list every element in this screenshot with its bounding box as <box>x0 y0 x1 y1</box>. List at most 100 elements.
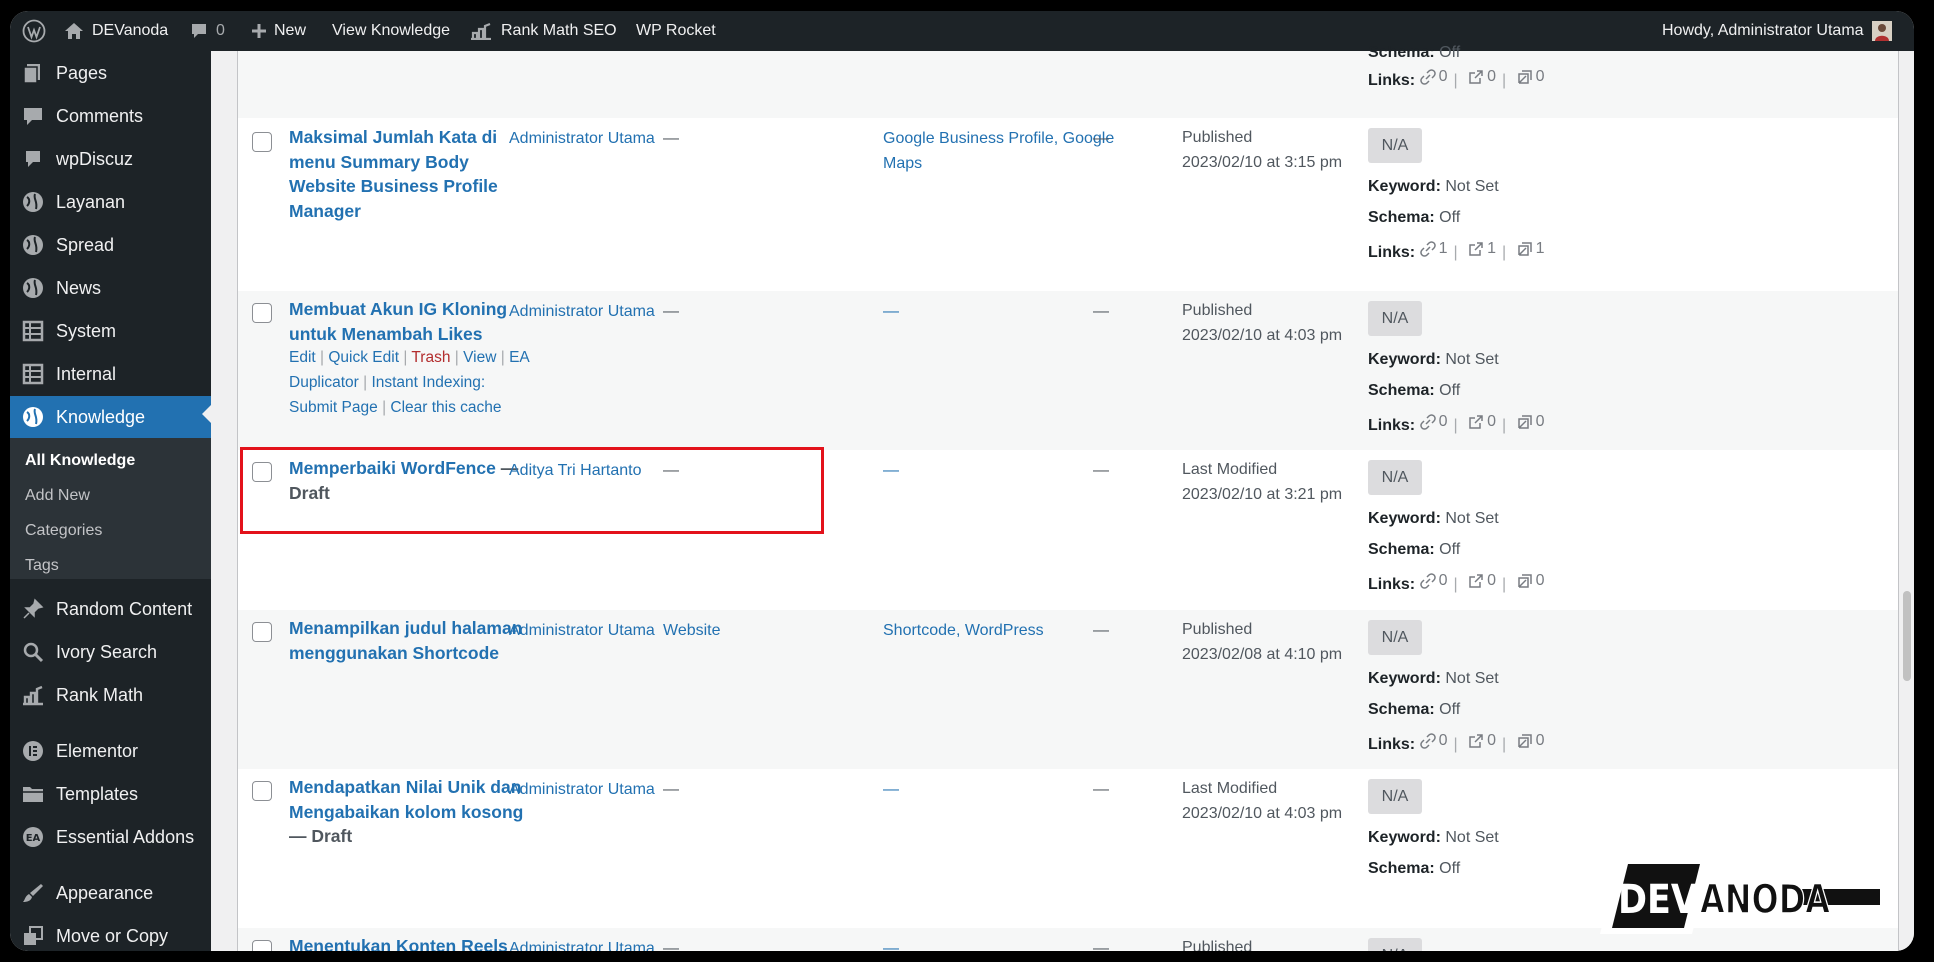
author-link[interactable]: Administrator Utama <box>509 940 655 951</box>
external-links-count: 0 <box>1487 68 1496 85</box>
row-checkbox[interactable] <box>252 622 272 642</box>
categories-cell: — <box>663 781 679 798</box>
schema-value: Off <box>1439 860 1461 877</box>
menu-item-elementor[interactable]: Elementor <box>10 733 211 769</box>
rank-math-seo-link[interactable]: Rank Math SEO <box>470 11 617 51</box>
menu-item-move-or-copy[interactable]: Move or Copy <box>10 918 211 951</box>
ea-icon: EA <box>23 827 43 847</box>
author-link[interactable]: Administrator Utama <box>509 303 655 321</box>
my-account-link[interactable]: Howdy, Administrator Utama <box>1662 11 1892 51</box>
new-content-link[interactable]: New <box>251 11 306 51</box>
keyword-value: Not Set <box>1445 829 1499 846</box>
submit-page-link[interactable]: Submit Page <box>289 399 378 416</box>
edit-link[interactable]: Edit <box>289 349 316 366</box>
menu-item-templates[interactable]: Templates <box>10 776 211 812</box>
status-text: Published <box>1182 621 1253 638</box>
schema-label: Schema: <box>1368 860 1435 877</box>
brush-icon <box>23 884 43 902</box>
internal-links-count: 0 <box>1438 572 1448 589</box>
post-title-link[interactable]: Mendapatkan Nilai Unik dan Mengabaikan k… <box>289 775 534 849</box>
post-title-link[interactable]: Menampilkan judul halaman menggunakan Sh… <box>289 616 534 665</box>
tags-cell: — <box>883 781 899 798</box>
comments-link[interactable]: 0 <box>190 11 225 51</box>
author-link[interactable]: Administrator Utama <box>509 781 655 799</box>
wordpress-logo-icon[interactable] <box>18 11 50 51</box>
menu-label: Random Content <box>56 598 193 619</box>
menu-item-layanan[interactable]: Layanan <box>10 184 211 220</box>
incoming-link-icon <box>1517 242 1532 256</box>
incoming-link-icon <box>1517 734 1532 748</box>
tags-links[interactable]: Google Business Profile, Google Maps <box>883 126 1123 176</box>
clear-cache-link[interactable]: Clear this cache <box>390 399 501 416</box>
post-title-link[interactable]: Menentukan Konten Reels <box>289 934 534 951</box>
submenu-add-new[interactable]: Add New <box>25 487 90 505</box>
seo-score-badge: N/A <box>1368 301 1422 336</box>
date-text: 2023/02/10 at 3:21 pm <box>1182 485 1343 503</box>
row-checkbox[interactable] <box>252 132 272 152</box>
comments-cell: — <box>1093 462 1109 479</box>
menu-label: Templates <box>56 783 139 804</box>
wpdiscuz-icon <box>26 151 40 167</box>
menu-item-news[interactable]: News <box>10 270 211 306</box>
internal-links-count: 0 <box>1438 413 1448 430</box>
menu-item-ivory-search[interactable]: Ivory Search <box>10 634 211 670</box>
svg-text:EA: EA <box>26 833 41 844</box>
comments-cell: — <box>1093 940 1109 951</box>
ea-duplicator-link[interactable]: Duplicator <box>289 374 359 391</box>
view-link[interactable]: View <box>463 349 496 366</box>
menu-label: Internal <box>56 363 117 384</box>
submenu-categories[interactable]: Categories <box>25 522 102 540</box>
tags-links[interactable]: Shortcode, WordPress <box>883 618 1123 643</box>
menu-item-pages[interactable]: Pages <box>10 55 211 91</box>
elementor-icon <box>23 741 43 761</box>
view-knowledge-link[interactable]: View Knowledge <box>332 11 450 51</box>
page-scrollbar[interactable] <box>1900 51 1914 951</box>
highlight-annotation <box>240 447 824 534</box>
trash-link[interactable]: Trash <box>411 349 450 366</box>
author-link[interactable]: Administrator Utama <box>509 130 655 148</box>
menu-item-wpdiscuz[interactable]: wpDiscuz <box>10 141 211 177</box>
table-row: Membuat Akun IG Kloning untuk Menambah L… <box>238 291 1898 450</box>
row-checkbox[interactable] <box>252 303 272 323</box>
wp-rocket-link[interactable]: WP Rocket <box>636 11 716 51</box>
menu-item-appearance[interactable]: Appearance <box>10 875 211 911</box>
rank-math-icon <box>471 22 491 40</box>
site-name-link[interactable]: DEVanoda <box>64 11 168 51</box>
avatar <box>1871 21 1892 41</box>
menu-item-system[interactable]: System <box>10 313 211 349</box>
menu-item-spread[interactable]: Spread <box>10 227 211 263</box>
row-checkbox[interactable] <box>252 781 272 801</box>
links-label: Links: <box>1368 417 1416 434</box>
date-text: 2023/02/10 at 4:03 pm <box>1182 804 1343 822</box>
comments-icon <box>24 108 42 125</box>
table-row: Maksimal Jumlah Kata di menu Summary Bod… <box>238 118 1898 291</box>
category-link[interactable]: Website <box>663 622 721 640</box>
internal-link-icon <box>1419 69 1436 85</box>
keyword-label: Keyword: <box>1368 670 1441 687</box>
status-text: Last Modified <box>1182 780 1278 797</box>
globe-icon <box>23 278 43 298</box>
external-link-icon <box>1469 415 1483 429</box>
post-title-link[interactable]: Membuat Akun IG Kloning untuk Menambah L… <box>289 297 534 346</box>
author-link[interactable]: Administrator Utama <box>509 622 655 640</box>
tags-cell: — <box>883 462 899 479</box>
schema-value: Off <box>1439 701 1461 718</box>
menu-item-knowledge[interactable]: Knowledge <box>10 396 211 438</box>
menu-item-comments[interactable]: Comments <box>10 98 211 134</box>
post-title-link[interactable]: Maksimal Jumlah Kata di menu Summary Bod… <box>289 125 534 223</box>
submenu-all-knowledge[interactable]: All Knowledge <box>25 452 135 470</box>
menu-item-internal[interactable]: Internal <box>10 356 211 392</box>
schema-value: Off <box>1439 541 1461 558</box>
internal-link-icon <box>1419 241 1436 257</box>
menu-item-essential-addons[interactable]: EA Essential Addons <box>10 819 211 855</box>
scrollbar-thumb[interactable] <box>1903 591 1911 681</box>
quick-edit-link[interactable]: Quick Edit <box>328 349 399 366</box>
schema-label: Schema: <box>1368 44 1435 61</box>
row-checkbox[interactable] <box>252 940 272 951</box>
incoming-link-icon <box>1517 574 1532 588</box>
submenu-tags[interactable]: Tags <box>25 557 59 575</box>
date-text: 2023/02/08 at 4:10 pm <box>1182 645 1343 663</box>
menu-item-rank-math[interactable]: Rank Math <box>10 677 211 713</box>
ea-duplicator-ea-text[interactable]: EA <box>509 349 530 366</box>
menu-item-random-content[interactable]: Random Content <box>10 591 211 627</box>
